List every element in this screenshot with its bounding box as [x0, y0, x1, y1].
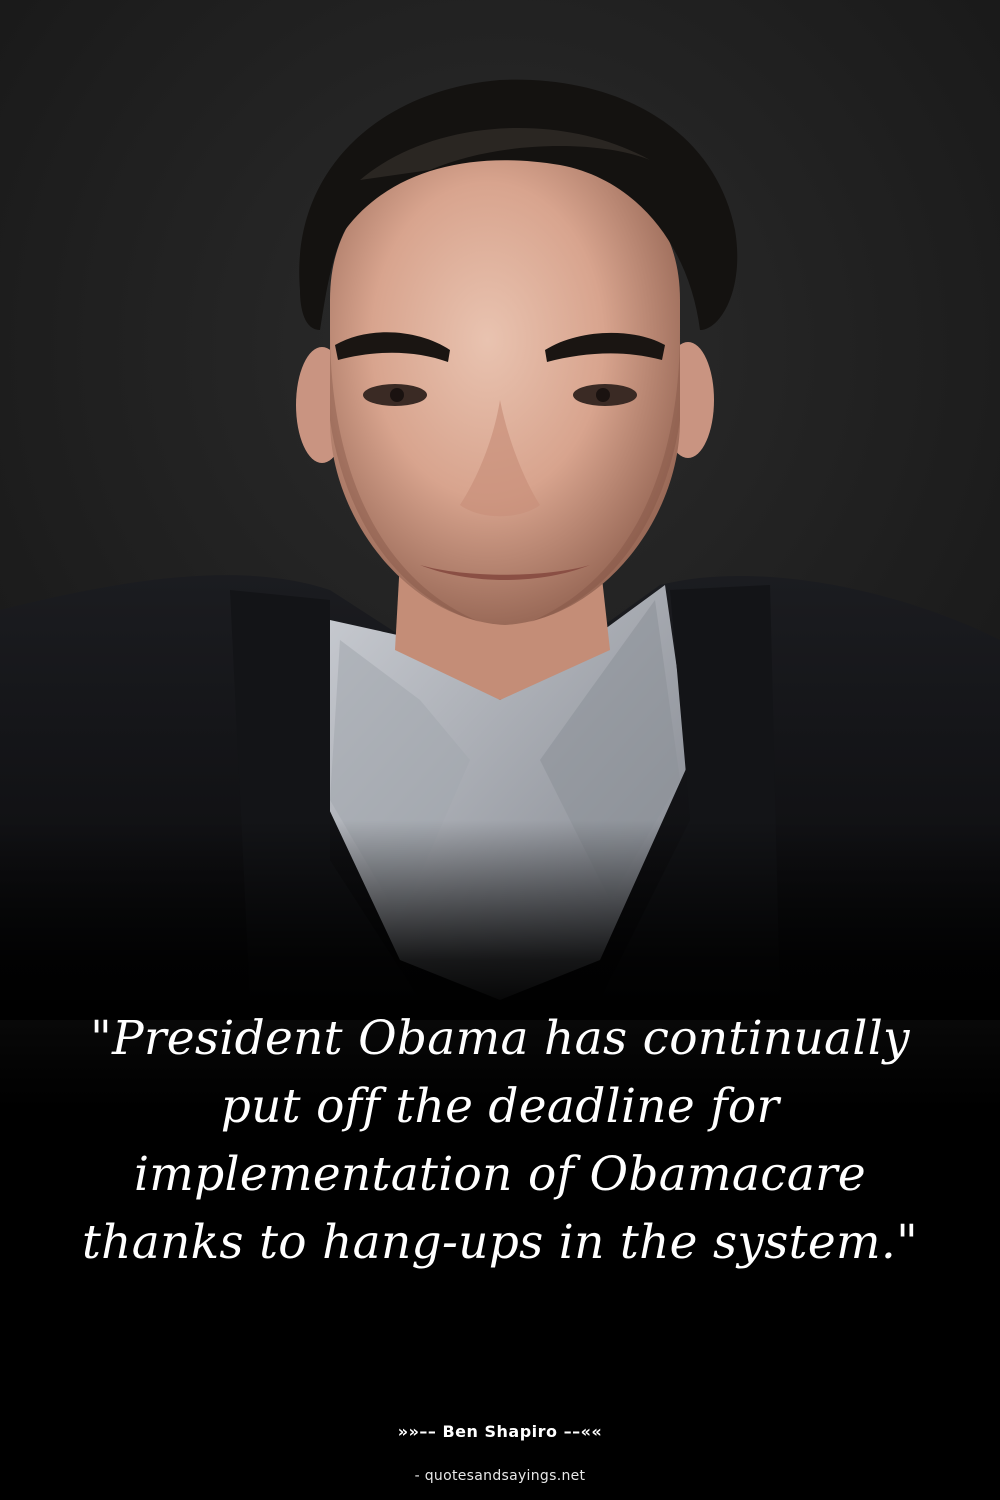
- quote-author: »»–– Ben Shapiro ––««: [397, 1422, 603, 1441]
- quote-text: "President Obama has continually put off…: [81, 1011, 919, 1270]
- photo-fade-overlay: [0, 820, 1000, 1020]
- source-credit: - quotesandsayings.net: [414, 1468, 586, 1484]
- quote-poster: "President Obama has continually put off…: [0, 0, 1000, 1500]
